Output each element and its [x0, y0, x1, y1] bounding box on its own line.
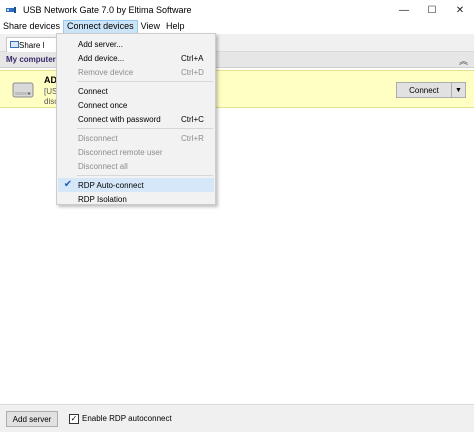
menu-item-label: Remove device: [78, 67, 134, 77]
checkmark-icon: ✔: [63, 179, 73, 190]
menu-item-disconnect-remote-user: Disconnect remote user: [58, 145, 214, 159]
menu-item-connect-with-password[interactable]: Connect with password Ctrl+C: [58, 112, 214, 126]
menu-item-add-server[interactable]: Add server...: [58, 37, 214, 51]
menu-separator: [77, 175, 213, 176]
menu-item-label: Connect once: [78, 100, 128, 110]
menu-item-label: Connect with password: [78, 114, 161, 124]
monitor-icon: [10, 41, 19, 48]
menu-item-label: Add device...: [78, 53, 125, 63]
collapse-icon[interactable]: ︽: [459, 54, 468, 67]
menu-item-shortcut: Ctrl+C: [181, 114, 204, 124]
menu-item-label: Disconnect all: [78, 161, 128, 171]
enable-rdp-autoconnect-checkbox[interactable]: ✓: [69, 414, 79, 424]
menu-item-shortcut: Ctrl+R: [181, 133, 204, 143]
menu-item-remove-device: Remove device Ctrl+D: [58, 65, 214, 79]
menu-item-label: Connect: [78, 86, 108, 96]
tab-share-label: Share l: [19, 40, 45, 50]
title-bar: USB Network Gate 7.0 by Eltima Software …: [0, 0, 474, 20]
menu-help[interactable]: Help: [163, 20, 188, 34]
menu-separator: [77, 81, 213, 82]
minimize-button[interactable]: —: [390, 0, 418, 20]
bottom-bar: Add server ✓ Enable RDP autoconnect: [0, 404, 474, 432]
maximize-button[interactable]: ☐: [418, 0, 446, 20]
window-controls: — ☐ ✕: [390, 0, 474, 20]
menu-item-add-device[interactable]: Add device... Ctrl+A: [58, 51, 214, 65]
menu-item-shortcut: Ctrl+D: [181, 67, 204, 77]
menu-item-rdp-isolation[interactable]: RDP Isolation: [58, 192, 214, 206]
connect-dropdown-button[interactable]: ▼: [452, 82, 466, 98]
window-title: USB Network Gate 7.0 by Eltima Software: [23, 5, 192, 15]
menu-item-disconnect: Disconnect Ctrl+R: [58, 131, 214, 145]
tab-share-local[interactable]: Share l: [6, 37, 60, 52]
usb-drive-icon: [12, 80, 36, 100]
menu-bar: Share devices Connect devices View Help: [0, 20, 474, 34]
enable-rdp-autoconnect-label[interactable]: Enable RDP autoconnect: [82, 414, 172, 423]
menu-separator: [77, 128, 213, 129]
menu-connect-devices[interactable]: Connect devices: [63, 20, 138, 34]
menu-item-connect-once[interactable]: Connect once: [58, 98, 214, 112]
menu-item-label: RDP Auto-connect: [78, 180, 144, 190]
usb-app-icon: [5, 4, 17, 16]
menu-item-label: Add server...: [78, 39, 123, 49]
menu-item-rdp-auto-connect[interactable]: ✔ RDP Auto-connect: [58, 178, 214, 192]
menu-item-label: RDP Isolation: [78, 194, 127, 204]
menu-view[interactable]: View: [138, 20, 163, 34]
connect-button[interactable]: Connect: [396, 82, 452, 98]
section-title: My computer: [6, 55, 56, 64]
menu-item-connect[interactable]: Connect: [58, 84, 214, 98]
menu-item-shortcut: Ctrl+A: [181, 53, 204, 63]
menu-item-label: Disconnect: [78, 133, 118, 143]
menu-share-devices[interactable]: Share devices: [0, 20, 63, 34]
add-server-button[interactable]: Add server: [6, 411, 58, 427]
menu-item-disconnect-all: Disconnect all: [58, 159, 214, 173]
connect-devices-menu: Add server... Add device... Ctrl+A Remov…: [56, 33, 216, 205]
menu-item-label: Disconnect remote user: [78, 147, 163, 157]
close-button[interactable]: ✕: [446, 0, 474, 20]
